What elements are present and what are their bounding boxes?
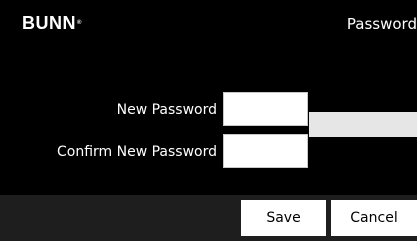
password-strength-bar <box>309 112 417 137</box>
confirm-password-input[interactable] <box>223 134 308 168</box>
cancel-button[interactable]: Cancel <box>331 200 417 236</box>
new-password-label: New Password <box>116 102 217 118</box>
trademark-mark: ® <box>77 20 82 26</box>
confirm-password-label-cell: Confirm New Password <box>0 134 217 168</box>
brand-logo-text: BUNN <box>22 13 76 33</box>
new-password-input[interactable] <box>223 92 308 126</box>
header-bar: BUNN® Password <box>0 0 417 48</box>
brand-logo: BUNN® <box>22 13 82 33</box>
new-password-label-cell: New Password <box>0 92 217 126</box>
confirm-password-label: Confirm New Password <box>56 144 217 160</box>
screen-title: Password <box>346 15 417 33</box>
save-button[interactable]: Save <box>241 200 326 236</box>
